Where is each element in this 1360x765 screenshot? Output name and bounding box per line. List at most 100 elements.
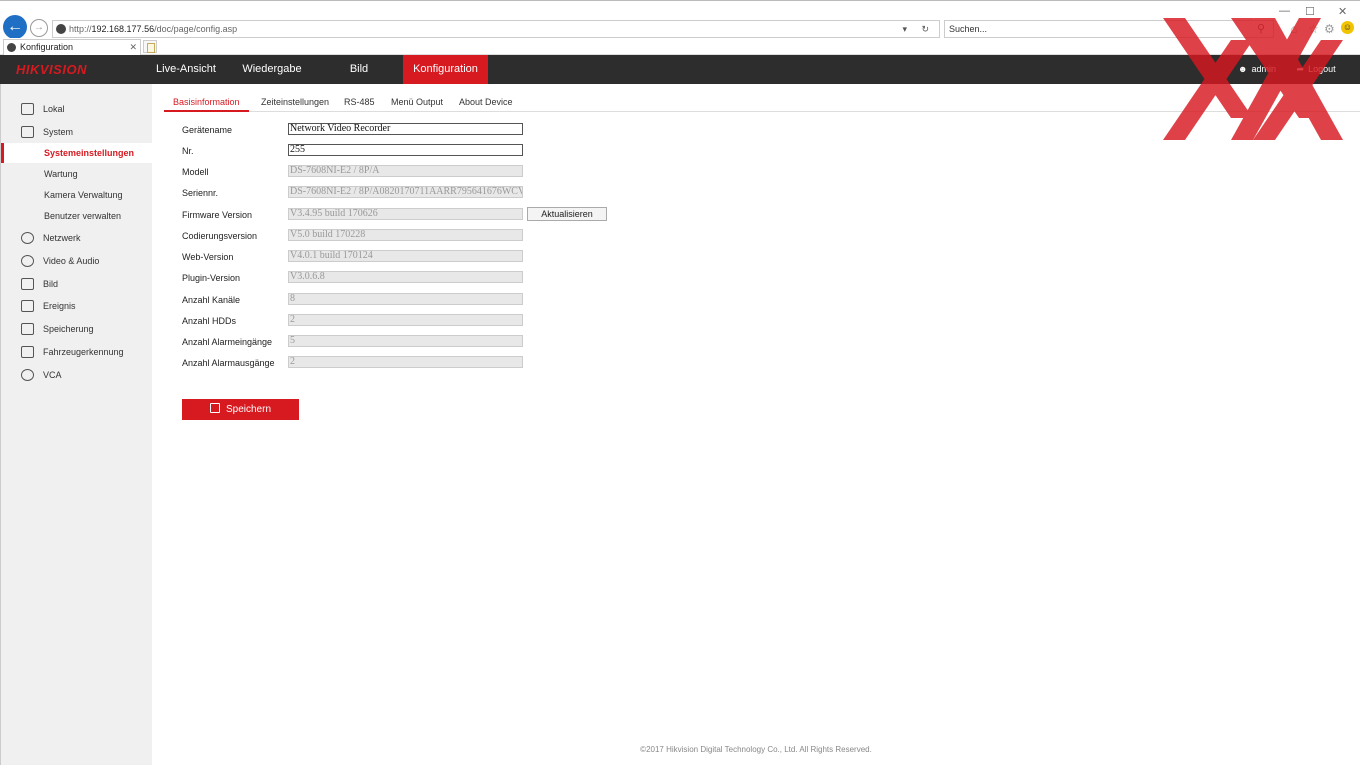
sidebar-item-label: Lokal: [43, 104, 65, 114]
firmware-version-field: V3.4.95 build 170626: [288, 208, 523, 220]
sidebar-item-label: VCA: [43, 370, 62, 380]
sidebar-item-label: Netzwerk: [43, 233, 81, 243]
web-version-field: V4.0.1 build 170124: [288, 250, 523, 262]
config-subtabs: Basisinformation Zeiteinstellungen RS-48…: [164, 92, 1360, 112]
save-button-label: Speichern: [225, 404, 272, 415]
favorites-star-icon[interactable]: ☆: [1308, 22, 1319, 36]
sidebar-item-user-management[interactable]: Benutzer verwalten: [1, 206, 153, 226]
logout-icon[interactable]: ➦: [1297, 64, 1305, 74]
sidebar-item-label: Kamera Verwaltung: [44, 190, 123, 200]
vehicle-search-icon: [21, 346, 34, 358]
sidebar-item-label: Wartung: [44, 169, 78, 179]
sidebar-item-label: Benutzer verwalten: [44, 211, 122, 221]
field-label: Anzahl Alarmeingänge: [182, 337, 273, 347]
tab-title: Konfiguration: [20, 42, 74, 52]
field-label: Anzahl Alarmausgänge: [182, 358, 275, 368]
plugin-version-field: V3.0.6.8: [288, 271, 523, 283]
sidebar-item-event[interactable]: Ereignis: [1, 295, 153, 317]
settings-gear-icon[interactable]: ⚙: [1324, 22, 1335, 36]
search-icon[interactable]: ⚲: [1257, 21, 1265, 37]
url-dropdown-refresh-icons[interactable]: ▾ ↻: [902, 21, 935, 37]
nav-picture[interactable]: Bild: [330, 55, 388, 84]
home-icon[interactable]: ⌂: [1290, 22, 1297, 36]
globe-icon: [21, 232, 34, 244]
maximize-icon[interactable]: ☐: [1305, 5, 1315, 18]
system-icon: [21, 126, 34, 138]
tab-rs485[interactable]: RS-485: [344, 92, 375, 112]
field-label: Seriennr.: [182, 188, 219, 198]
url-path: /doc/page/config.asp: [154, 24, 238, 34]
browser-address-bar: ← → http://192.168.177.56/doc/page/confi…: [0, 0, 1360, 39]
storage-icon: [21, 323, 34, 335]
update-firmware-button[interactable]: Aktualisieren: [527, 207, 607, 221]
sidebar-item-label: Speicherung: [43, 324, 94, 334]
feedback-smiley-icon[interactable]: ☺: [1341, 21, 1354, 34]
sidebar-item-label: Bild: [43, 279, 59, 289]
device-name-input[interactable]: Network Video Recorder: [288, 123, 523, 135]
tab-basic-info[interactable]: Basisinformation: [164, 92, 249, 112]
field-label: Web-Version: [182, 252, 234, 262]
back-arrow-icon[interactable]: ←: [3, 15, 27, 39]
copyright-footer: ©2017 Hikvision Digital Technology Co., …: [640, 745, 872, 754]
field-label: Firmware Version: [182, 210, 253, 220]
calendar-icon: [21, 300, 34, 312]
sidebar-item-image[interactable]: Bild: [1, 273, 153, 295]
sidebar-item-camera-management[interactable]: Kamera Verwaltung: [1, 185, 153, 205]
sidebar-item-maintenance[interactable]: Wartung: [1, 164, 153, 184]
url-host: 192.168.177.56: [91, 24, 155, 34]
sidebar-item-label: Fahrzeugerkennung: [43, 347, 124, 357]
hikvision-logo: HIKVISION: [16, 62, 87, 77]
sidebar-item-vehicle-detection[interactable]: Fahrzeugerkennung: [1, 341, 153, 363]
tab-menu-output[interactable]: Menü Output: [391, 92, 443, 112]
user-icon: ☻: [1238, 64, 1248, 74]
nav-playback[interactable]: Wiedergabe: [236, 55, 308, 84]
nav-live-view[interactable]: Live-Ansicht: [150, 55, 222, 84]
username[interactable]: admin: [1251, 64, 1276, 74]
sidebar-item-network[interactable]: Netzwerk: [1, 227, 153, 249]
search-placeholder: Suchen...: [949, 24, 988, 34]
vca-icon: [21, 369, 34, 381]
sidebar-item-label: Systemeinstellungen: [44, 148, 135, 158]
sidebar-item-label: Ereignis: [43, 301, 76, 311]
field-label: Gerätename: [182, 125, 233, 135]
alarm-inputs-field: 5: [288, 335, 523, 347]
browser-tab[interactable]: Konfiguration ✕: [3, 39, 141, 55]
sidebar-item-system-settings[interactable]: Systemeinstellungen: [1, 143, 153, 163]
tab-time-settings[interactable]: Zeiteinstellungen: [261, 92, 329, 112]
encoding-version-field: V5.0 build 170228: [288, 229, 523, 241]
url-prefix: http://: [69, 24, 92, 34]
tab-about-device[interactable]: About Device: [459, 92, 513, 112]
field-label: Anzahl Kanäle: [182, 295, 241, 305]
field-label: Plugin-Version: [182, 273, 241, 283]
sidebar-item-local[interactable]: Lokal: [1, 98, 153, 120]
save-button[interactable]: Speichern: [182, 399, 299, 420]
url-input[interactable]: http://192.168.177.56/doc/page/config.as…: [52, 20, 940, 38]
sidebar-item-label: System: [43, 127, 74, 137]
field-label: Anzahl HDDs: [182, 316, 237, 326]
logout-link[interactable]: Logout: [1308, 64, 1336, 74]
close-window-icon[interactable]: ✕: [1338, 5, 1347, 18]
site-favicon-icon: [56, 24, 66, 34]
floppy-disk-icon: [209, 403, 220, 413]
model-field: DS-7608NI-E2 / 8P/A: [288, 165, 523, 177]
field-label: Codierungsversion: [182, 231, 258, 241]
minimize-icon[interactable]: —: [1279, 5, 1290, 17]
user-area: ☻ admin ➦ Logout: [1238, 55, 1340, 84]
forward-arrow-icon[interactable]: →: [30, 19, 48, 37]
device-number-input[interactable]: 255: [288, 144, 523, 156]
monitor-icon: [21, 103, 34, 115]
nav-configuration[interactable]: Konfiguration: [403, 55, 488, 84]
new-tab-icon[interactable]: [143, 40, 157, 53]
close-tab-icon[interactable]: ✕: [129, 40, 137, 54]
sidebar: Lokal System Systemeinstellungen Wartung…: [0, 84, 153, 765]
alarm-outputs-field: 2: [288, 356, 523, 368]
app-header: HIKVISION Live-Ansicht Wiedergabe Bild K…: [0, 55, 1360, 84]
sidebar-item-system[interactable]: System: [1, 121, 153, 143]
sidebar-item-video-audio[interactable]: Video & Audio: [1, 250, 153, 272]
field-label: Modell: [182, 167, 209, 177]
sidebar-item-vca[interactable]: VCA: [1, 364, 153, 386]
browser-search-input[interactable]: Suchen... ⚲: [944, 20, 1274, 38]
sidebar-item-storage[interactable]: Speicherung: [1, 318, 153, 340]
channel-count-field: 8: [288, 293, 523, 305]
browser-tab-strip: Konfiguration ✕: [0, 38, 1360, 55]
